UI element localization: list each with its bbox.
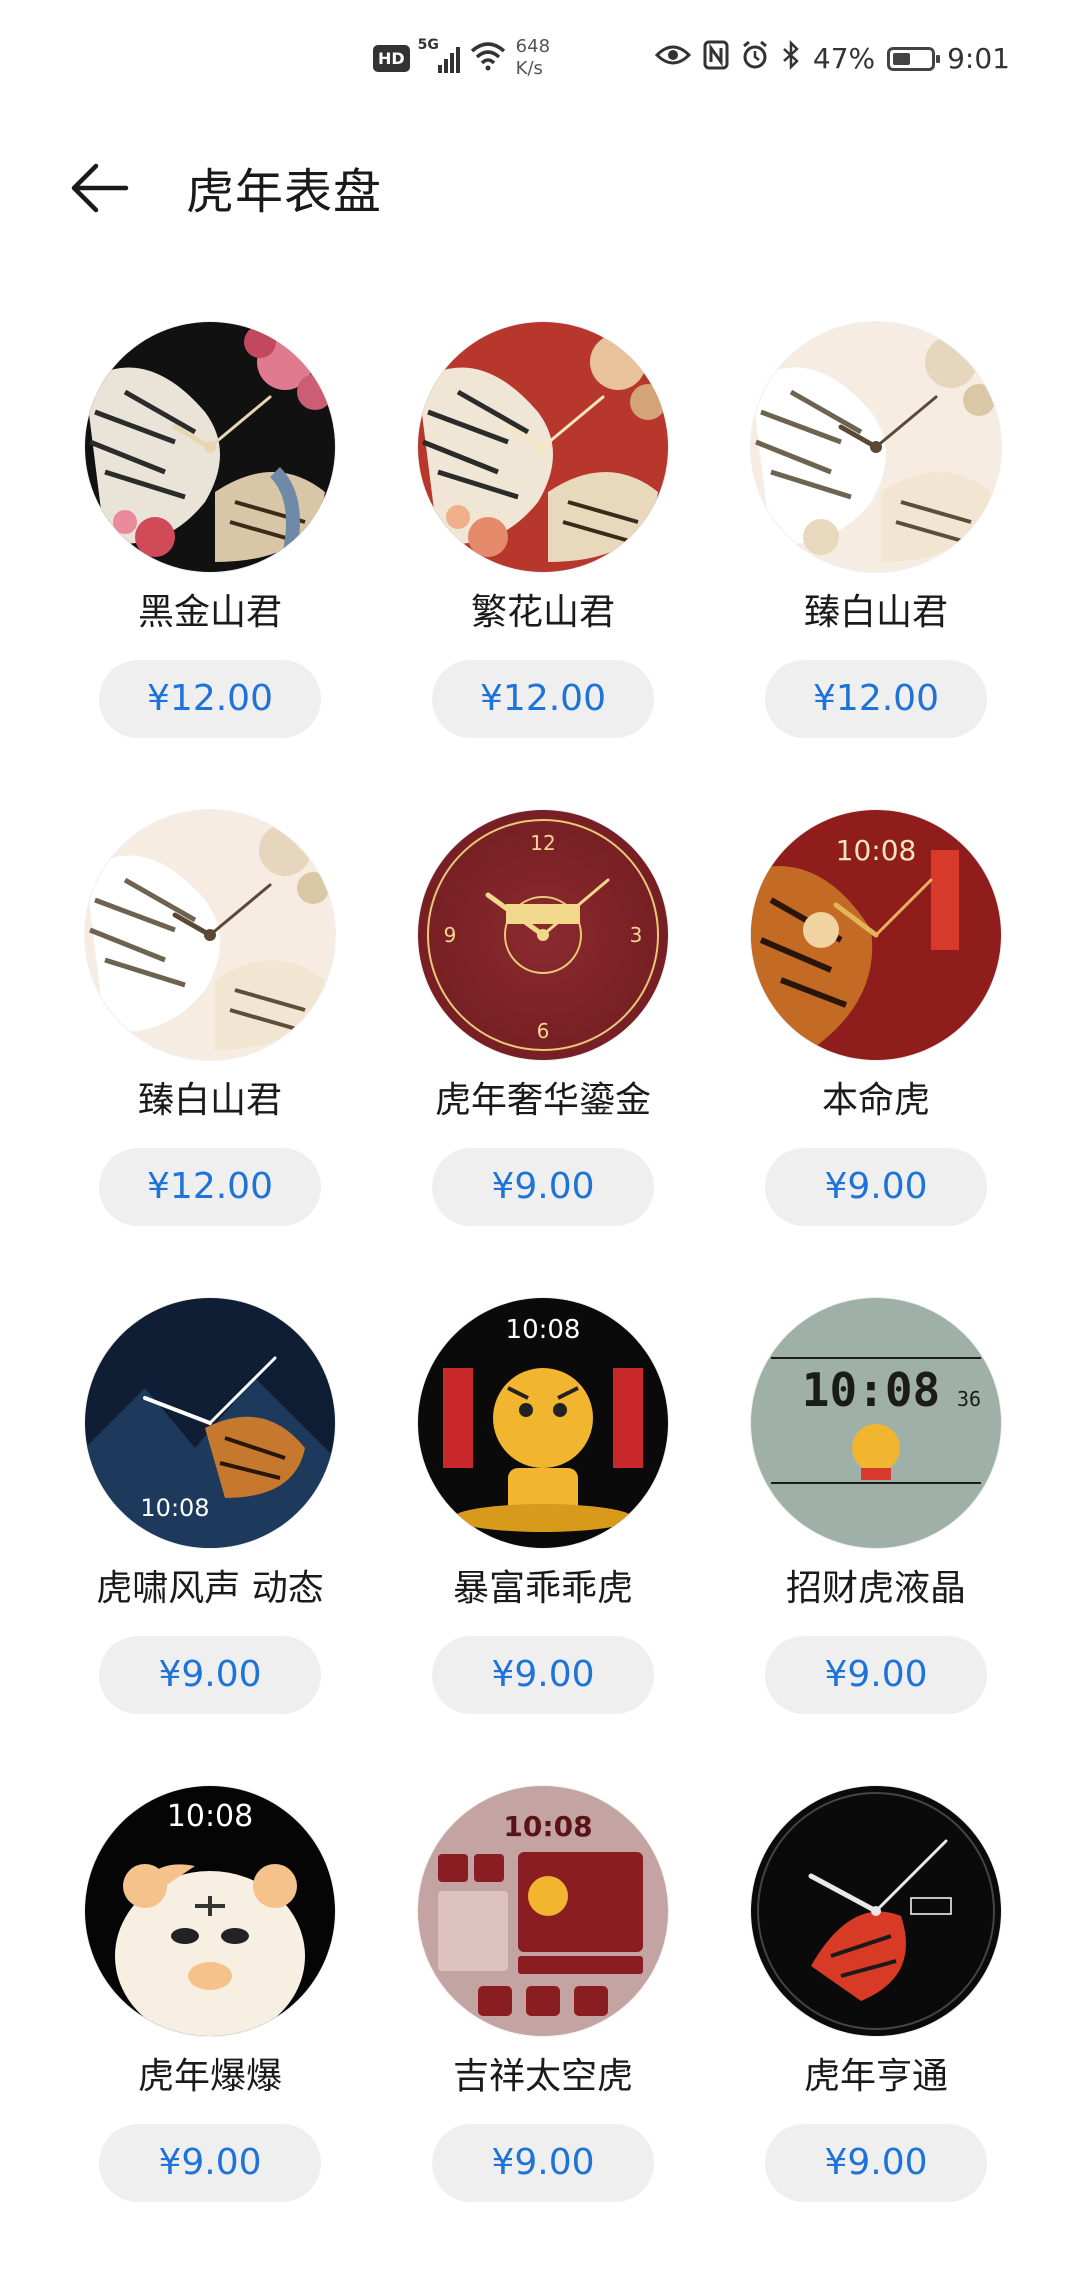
watch-hands [172, 395, 272, 453]
grid-row: 10:08 虎啸风声 动态 ¥9.00 10:08 暴富乖乖虎 ¥9.00 10… [0, 1298, 1080, 1786]
signal-icon: 5G [418, 37, 460, 73]
watchface-card[interactable]: 10:08 暴富乖乖虎 ¥9.00 [378, 1298, 708, 1714]
watchface-card[interactable]: 10:08 虎啸风声 动态 ¥9.00 [45, 1298, 375, 1714]
grid-row: 10:08 虎年爆爆 ¥9.00 10:08 吉祥太空虎 ¥9.00 虎年亨通 … [0, 1786, 1080, 2274]
price-button[interactable]: ¥9.00 [765, 1148, 987, 1226]
watch-hands [143, 1356, 277, 1425]
watchface-card[interactable]: 10:08 虎年爆爆 ¥9.00 [45, 1786, 375, 2202]
status-right: 47% 9:01 [654, 39, 1010, 77]
battery-icon [887, 46, 941, 71]
watchface-name: 虎年亨通 [803, 2056, 948, 2097]
tiger-artwork: 10:08 [115, 1799, 305, 2036]
network-speed: 648 K/s [516, 36, 560, 80]
watchface-name: 暴富乖乖虎 [452, 1568, 633, 1609]
watchface-card[interactable]: 黑金山君 ¥12.00 [45, 322, 375, 738]
price-button[interactable]: ¥9.00 [99, 2124, 321, 2202]
eye-icon [654, 41, 691, 76]
watchface-card[interactable]: 臻白山君 ¥12.00 [711, 322, 1041, 738]
price-button[interactable]: ¥9.00 [765, 2124, 987, 2202]
watchface-preview[interactable] [418, 322, 668, 572]
watch-hands [505, 395, 605, 453]
watchface-preview[interactable]: 10:08 [85, 1298, 335, 1548]
watchface-preview[interactable] [85, 810, 335, 1060]
dial-seconds: 36 [957, 1387, 981, 1411]
watchface-preview[interactable]: 10:08 [751, 810, 1001, 1060]
bluetooth-icon [781, 39, 801, 77]
watchface-name: 本命虎 [821, 1080, 930, 1121]
grid-row: 黑金山君 ¥12.00 繁花山君 ¥12.00 臻白山君 ¥12.00 [0, 322, 1080, 810]
hd-badge: HD [373, 44, 410, 72]
dial-time: 10:08 [506, 1315, 581, 1345]
tiger-artwork: 10:08 [443, 1315, 643, 1532]
watchface-name: 虎啸风声 动态 [96, 1568, 324, 1609]
page-title: 虎年表盘 [186, 164, 383, 220]
nfc-icon [703, 40, 729, 77]
watch-hands [485, 878, 610, 941]
watchface-name: 虎年爆爆 [137, 2056, 282, 2097]
watchface-name: 吉祥太空虎 [452, 2056, 633, 2097]
status-left: HD 5G 648 K/s [373, 36, 560, 80]
watchface-preview[interactable]: 10:08 [418, 1298, 668, 1548]
watch-hands [838, 395, 938, 453]
watch-hands [833, 878, 933, 938]
price-button[interactable]: ¥9.00 [432, 1148, 654, 1226]
watchface-preview[interactable] [751, 1786, 1001, 2036]
watchface-card[interactable]: 繁花山君 ¥12.00 [378, 322, 708, 738]
space-display: 10:08 [438, 1810, 643, 2016]
watchface-name: 臻白山君 [137, 1080, 282, 1121]
watchface-card[interactable]: 10:08 吉祥太空虎 ¥9.00 [378, 1786, 708, 2202]
watchface-preview[interactable]: 12 3 6 9 [418, 810, 668, 1060]
dial-time: 10:08 [167, 1799, 253, 1834]
price-button[interactable]: ¥12.00 [432, 660, 654, 738]
grid-row: 臻白山君 ¥12.00 12 3 6 9 虎年奢华鎏金 ¥9.00 10:08 … [0, 810, 1080, 1298]
dial-time: 10:08 [802, 1363, 940, 1417]
watchface-preview[interactable]: 10:08 [418, 1786, 668, 2036]
dial-time: 10:08 [503, 1810, 592, 1843]
watchface-preview[interactable] [751, 322, 1001, 572]
watchface-preview[interactable]: 10:08 [85, 1786, 335, 2036]
watchface-name: 臻白山君 [803, 592, 948, 633]
alarm-icon [741, 40, 769, 77]
network-type: 5G [417, 37, 439, 53]
watchface-card[interactable]: 12 3 6 9 虎年奢华鎏金 ¥9.00 [378, 810, 708, 1226]
price-button[interactable]: ¥9.00 [99, 1636, 321, 1714]
watchface-name: 繁花山君 [470, 592, 615, 633]
back-arrow-icon [71, 163, 129, 213]
watchface-name: 黑金山君 [137, 592, 282, 633]
speed-value: 648 [515, 36, 551, 57]
watchface-name: 招财虎液晶 [785, 1568, 966, 1609]
back-button[interactable] [66, 154, 134, 222]
clock: 9:01 [947, 42, 1010, 75]
watchface-card[interactable]: 臻白山君 ¥12.00 [45, 810, 375, 1226]
price-button[interactable]: ¥9.00 [432, 2124, 654, 2202]
battery-percent: 47% [812, 42, 876, 75]
price-button[interactable]: ¥9.00 [765, 1636, 987, 1714]
price-button[interactable]: ¥12.00 [99, 660, 321, 738]
watch-hands [808, 1839, 948, 1916]
watchface-preview[interactable] [85, 322, 335, 572]
watchface-card[interactable]: 10:08 本命虎 ¥9.00 [711, 810, 1041, 1226]
watchface-card[interactable]: 虎年亨通 ¥9.00 [711, 1786, 1041, 2202]
wifi-icon [470, 41, 506, 75]
price-button[interactable]: ¥12.00 [765, 660, 987, 738]
watchface-preview[interactable]: 10:08 36 [751, 1298, 1001, 1548]
watchface-name: 虎年奢华鎏金 [434, 1080, 651, 1121]
price-button[interactable]: ¥9.00 [432, 1636, 654, 1714]
speed-unit: K/s [515, 58, 543, 79]
watch-hands [172, 883, 272, 941]
lcd-display: 10:08 36 [771, 1357, 981, 1484]
app-header: 虎年表盘 [0, 110, 1080, 250]
status-bar: HD 5G 648 K/s 47% 9:01 [0, 0, 1080, 110]
price-button[interactable]: ¥12.00 [99, 1148, 321, 1226]
watchface-card[interactable]: 10:08 36 招财虎液晶 ¥9.00 [711, 1298, 1041, 1714]
